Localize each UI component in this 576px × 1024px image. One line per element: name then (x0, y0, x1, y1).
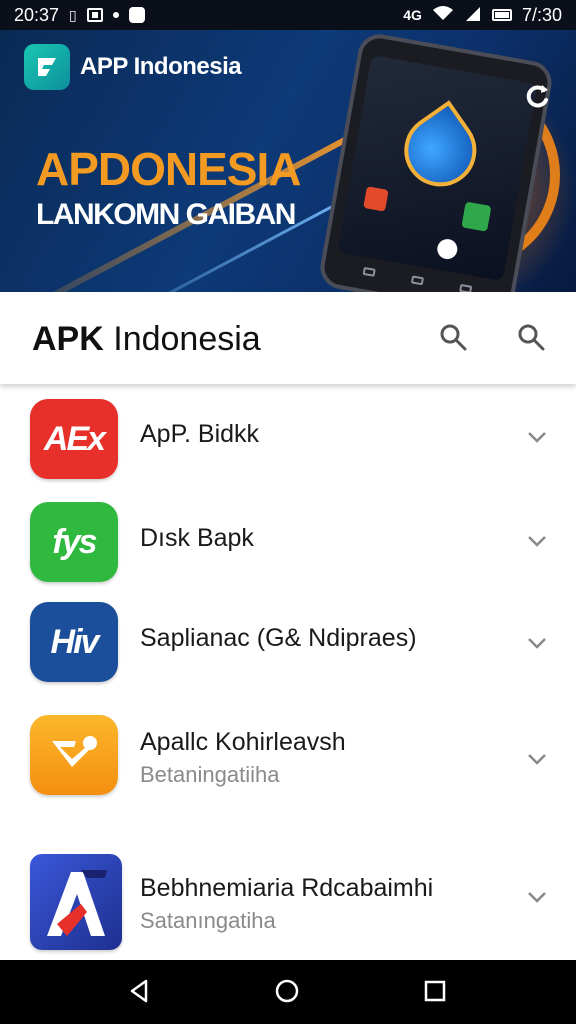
app-icon (30, 715, 118, 795)
status-bar: 20:37 ▯ 4G 7/:30 (0, 0, 576, 30)
app-name: Dısk Bapk (140, 524, 254, 552)
list-item[interactable]: AEx ApP. Bidkk (0, 384, 576, 484)
app-icon-text: AEx (43, 419, 106, 458)
drop-icon (390, 100, 491, 201)
hero-subtitle: LANKOMN GAIBAN (36, 198, 296, 231)
hero-banner[interactable]: APP Indonesia APDONESIA LANKOMN GAIBAN (0, 30, 576, 292)
app-icon: AEx (30, 399, 118, 479)
app-pill-icon (128, 7, 145, 23)
battery-icon (491, 9, 512, 21)
letter-a-icon (47, 870, 107, 936)
app-icon: fys (30, 502, 118, 582)
notification-box-icon (86, 8, 103, 22)
chevron-down-icon[interactable] (524, 528, 552, 556)
status-time-left: 20:37 (14, 4, 60, 25)
status-time-right: 7/:30 (521, 4, 562, 25)
signal-icon (464, 5, 482, 26)
app-list: AEx ApP. Bidkk fys Dısk Bapk Hiv Saplian… (0, 384, 576, 960)
sim-icon: ▯ (69, 6, 77, 23)
home-icon[interactable] (272, 976, 304, 1008)
back-icon[interactable] (124, 976, 156, 1008)
app-tile-icon (461, 201, 492, 232)
phone-screen (337, 55, 538, 282)
app-bar: APK Indonesia (0, 292, 576, 384)
status-right: 4G 7/:30 (403, 5, 562, 26)
hero-logo-text: APP Indonesia (80, 53, 242, 80)
app-icon: Hiv (30, 602, 118, 682)
chevron-down-icon[interactable] (524, 424, 552, 452)
wifi-icon (432, 5, 454, 26)
app-icon (30, 854, 122, 950)
search-icon[interactable] (438, 322, 472, 356)
page-title-rest: Indonesia (103, 320, 261, 358)
app-tile-icon (435, 237, 459, 261)
app-name: Bebhnemiaria Rdcabaimhi (140, 874, 434, 902)
phone-illustration (317, 30, 555, 292)
chevron-down-icon[interactable] (524, 884, 552, 912)
list-item[interactable]: Bebhnemiaria Rdcabaimhi Satanıngatiha (0, 844, 576, 960)
list-item[interactable]: Hiv Saplianac (G& Ndipraes) (0, 588, 576, 688)
search-icon[interactable] (516, 322, 550, 356)
status-left: 20:37 ▯ (14, 5, 145, 26)
network-icon: 4G (403, 7, 422, 23)
hero-logo: APP Indonesia (24, 44, 242, 90)
app-icon-text: Hiv (50, 622, 100, 661)
envelope-icon (52, 736, 97, 767)
refresh-icon[interactable] (522, 80, 554, 112)
app-subtitle: Betaningatiiha (140, 762, 280, 787)
recent-apps-icon[interactable] (420, 976, 452, 1008)
list-item[interactable]: fys Dısk Bapk (0, 488, 576, 588)
page-title: APK Indonesia (32, 320, 261, 359)
chevron-down-icon[interactable] (524, 746, 552, 774)
dot-icon (112, 12, 119, 18)
app-logo-icon (24, 44, 70, 90)
app-name: ApP. Bidkk (140, 420, 260, 448)
list-item[interactable]: Apallc Kohirleavsh Betaningatiiha (0, 702, 576, 812)
app-name: Saplianac (G& Ndipraes) (140, 624, 417, 652)
app-subtitle: Satanıngatiha (140, 908, 276, 933)
app-name: Apallc Kohirleavsh (140, 728, 346, 756)
navigation-bar (0, 960, 576, 1024)
app-tile-icon (363, 186, 389, 212)
page-title-bold: APK (32, 320, 104, 358)
chevron-down-icon[interactable] (524, 630, 552, 658)
app-icon-text: fys (52, 522, 97, 561)
hero-title: APDONESIA (36, 143, 301, 195)
